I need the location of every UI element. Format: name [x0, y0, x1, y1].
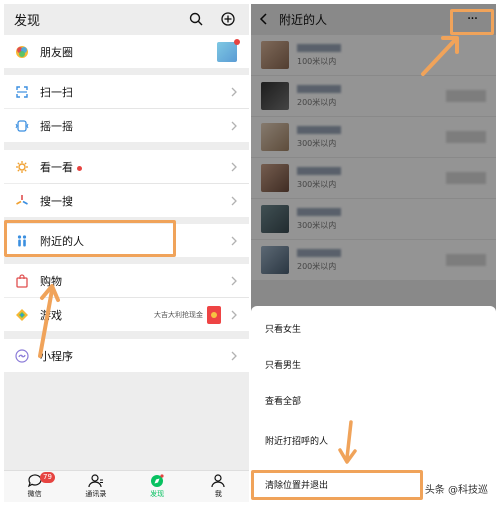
mini-programs-label: 小程序 [40, 349, 73, 363]
male-only-option[interactable]: 只看男生 [251, 346, 496, 382]
top-stories-label: 看一看 [40, 159, 227, 175]
nearby-label: 附近的人 [40, 234, 84, 248]
red-envelope-icon [207, 305, 221, 324]
search-label: 搜一搜 [40, 194, 73, 208]
top-stories-icon [14, 159, 30, 175]
tab-contacts-label: 通讯录 [85, 490, 107, 498]
chevron-right-icon [227, 196, 241, 206]
moments-label: 朋友圈 [40, 45, 73, 59]
moments-row[interactable]: 朋友圈 [4, 35, 249, 68]
tab-discover-label: 发现 [150, 490, 165, 498]
moments-icon [14, 44, 30, 60]
add-circle-icon[interactable] [217, 8, 239, 30]
games-promo-text: 大吉大利抢现金 [154, 310, 203, 319]
tab-discover[interactable]: 发现 [127, 471, 188, 502]
compass-icon [151, 474, 164, 487]
chevron-right-icon [227, 276, 241, 286]
female-only-option[interactable]: 只看女生 [251, 310, 496, 346]
contacts-icon [88, 474, 103, 488]
mini-program-icon [14, 348, 30, 364]
games-label: 游戏 [40, 308, 62, 322]
tab-me-label: 我 [214, 490, 222, 498]
shake-row[interactable]: 摇一摇 [4, 109, 249, 142]
games-icon [14, 307, 30, 323]
shopping-label: 购物 [40, 274, 62, 288]
search-icon[interactable] [185, 8, 207, 30]
tab-chats[interactable]: 79 微信 [4, 471, 65, 502]
chevron-right-icon [227, 87, 241, 97]
games-row[interactable]: 游戏 大吉大利抢现金 [4, 298, 249, 331]
shake-label: 摇一摇 [40, 119, 73, 133]
tab-contacts[interactable]: 通讯录 [65, 471, 126, 502]
top-stories-row[interactable]: 看一看 [4, 150, 249, 183]
person-icon [211, 474, 225, 488]
scan-label: 扫一扫 [40, 85, 73, 99]
chevron-right-icon [227, 162, 241, 172]
discover-header: 发现 [4, 4, 249, 34]
people-nearby-icon [14, 233, 30, 249]
shopping-row[interactable]: 购物 [4, 264, 249, 297]
new-dot [77, 165, 82, 171]
tab-me[interactable]: 我 [188, 471, 249, 502]
shake-icon [14, 118, 30, 134]
chevron-right-icon [227, 351, 241, 361]
action-sheet: 只看女生 只看男生 查看全部 附近打招呼的人 清除位置并退出 头条 @科技巡 [251, 306, 496, 502]
view-all-option[interactable]: 查看全部 [251, 382, 496, 418]
search-row[interactable]: 搜一搜 [4, 184, 249, 217]
unread-badge: 79 [40, 472, 55, 483]
nearby-people-row[interactable]: 附近的人 [4, 224, 249, 257]
nearby-panel: 附近的人 ··· 100米以内 200米以内 300米以内 300米以内 300… [251, 4, 496, 502]
chevron-right-icon [227, 236, 241, 246]
discover-panel: 发现 朋友圈 扫一扫 摇一摇 看一看 搜一搜 附近的人 购物 游戏 大吉大利抢现… [4, 4, 249, 502]
tab-bar: 79 微信 通讯录 发现 我 [4, 470, 249, 502]
moments-thumbnail [217, 38, 240, 62]
search-feature-icon [14, 193, 30, 209]
greeted-option[interactable]: 附近打招呼的人 [251, 422, 496, 458]
page-title: 发现 [14, 13, 41, 29]
tab-chats-label: 微信 [27, 490, 42, 498]
shopping-bag-icon [14, 273, 30, 289]
scan-icon [14, 84, 30, 100]
mini-programs-row[interactable]: 小程序 [4, 339, 249, 372]
chevron-right-icon [227, 121, 241, 131]
chevron-right-icon [227, 310, 241, 320]
watermark: 头条 @科技巡 [424, 485, 488, 496]
scan-row[interactable]: 扫一扫 [4, 75, 249, 108]
top-stories-text: 看一看 [40, 160, 73, 174]
